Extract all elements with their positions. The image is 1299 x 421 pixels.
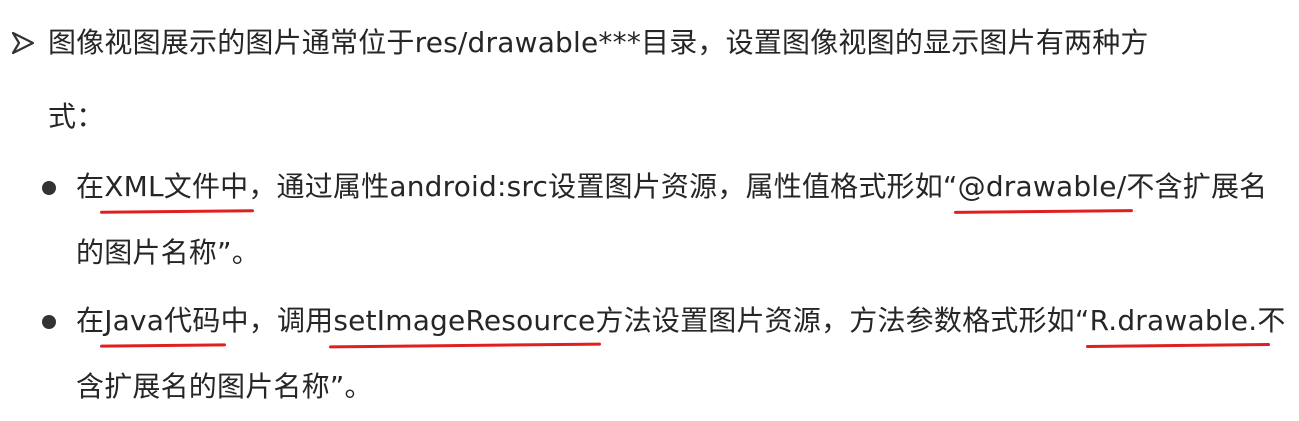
arrow-bullet-icon [11, 31, 35, 55]
item-2-prefix: 在 [76, 304, 105, 337]
item-2-line-1: 在Java代码中，调用setImageResource方法设置图片资源，方法参数… [76, 301, 1286, 341]
item-1-prefix: 在 [76, 170, 105, 203]
item-2-middle-2: 方法设置图片资源，方法参数格式形如“ [595, 304, 1090, 337]
bullet-dot-icon [42, 315, 56, 329]
item-1-underlined-xml: XML文件中 [104, 167, 248, 207]
item-2-underlined-rdrawable: R.drawable. [1090, 301, 1258, 341]
item-2-suffix: 不 [1257, 304, 1286, 337]
slide: 图像视图展示的图片通常位于res/drawable***目录，设置图像视图的显示… [0, 0, 1299, 421]
intro-line-2: 式： [48, 100, 105, 133]
item-1-line-2: 的图片名称”。 [76, 236, 260, 269]
item-2-underlined-method: setImageResource [333, 301, 595, 341]
item-1-line-1: 在XML文件中，通过属性android:src设置图片资源，属性值格式形如“@d… [76, 167, 1267, 207]
item-1-middle: ，通过属性android:src设置图片资源，属性值格式形如“ [248, 170, 958, 203]
item-2-line-2: 含扩展名的图片名称”。 [76, 370, 373, 403]
item-2-middle-1: 中，调用 [220, 304, 334, 337]
item-1-underlined-drawable: @drawable/ [958, 167, 1127, 207]
intro-line-1: 图像视图展示的图片通常位于res/drawable***目录，设置图像视图的显示… [48, 26, 1149, 59]
item-1-suffix: 不含扩展名 [1126, 170, 1268, 203]
bullet-dot-icon [42, 181, 56, 195]
item-2-underlined-java: Java代码 [104, 301, 220, 341]
